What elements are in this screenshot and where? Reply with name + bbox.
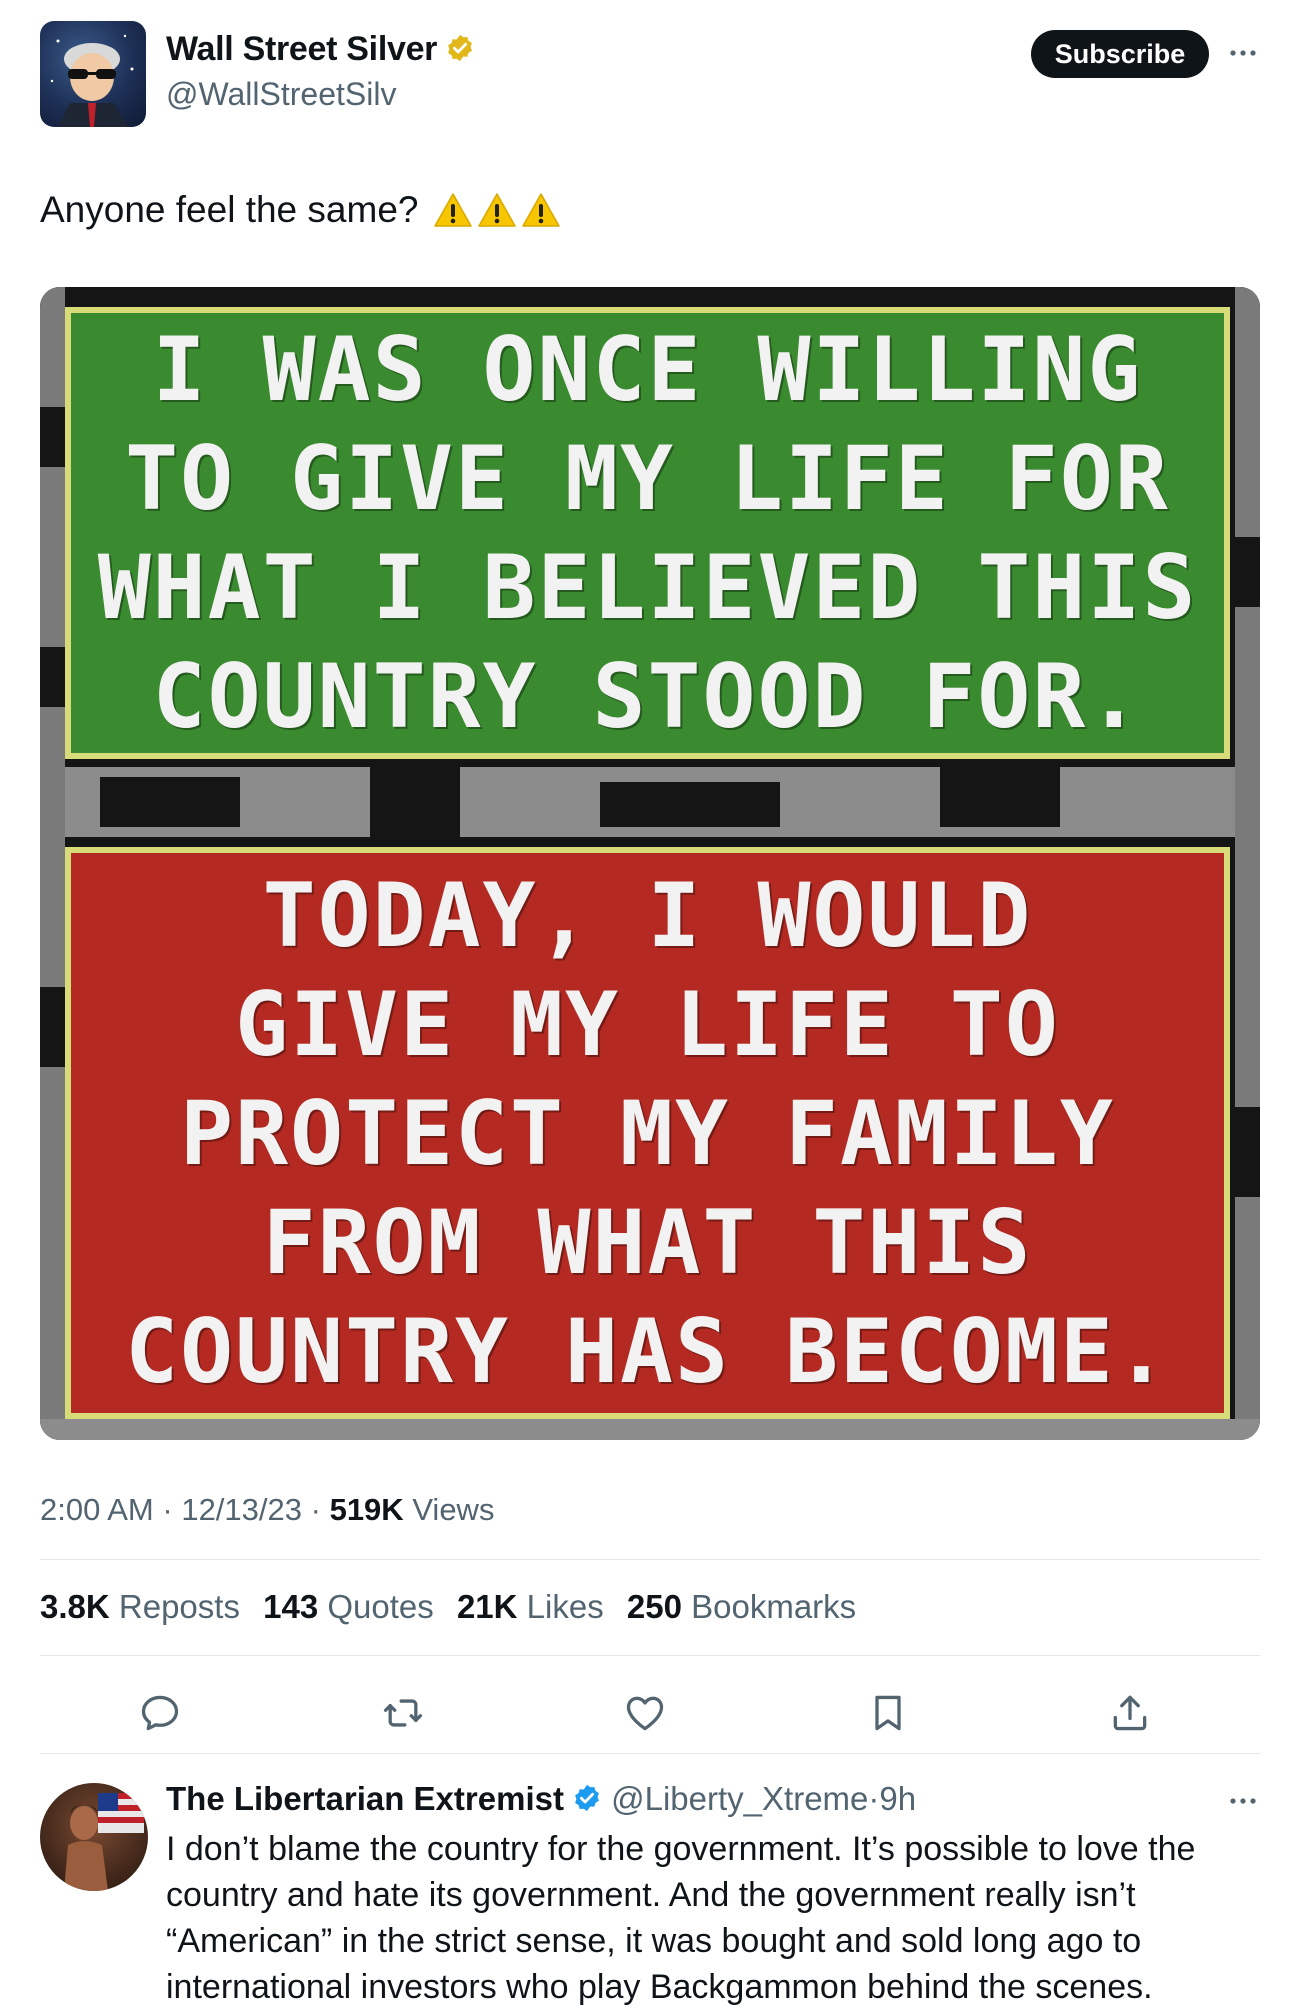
share-icon[interactable]	[1100, 1683, 1160, 1743]
warning-emoji-icon	[433, 192, 473, 237]
more-options-icon[interactable]	[1226, 36, 1260, 70]
reply-text: I don’t blame the country for the govern…	[166, 1830, 1196, 2006]
reply-avatar-graphic	[64, 1793, 144, 1891]
divider	[40, 1559, 1260, 1560]
red-sign-line: TODAY, I WOULD	[262, 863, 1033, 967]
bookmarks-count: 250	[626, 1588, 682, 1625]
reposts-count: 3.8K	[40, 1588, 110, 1625]
red-sign: TODAY, I WOULD GIVE MY LIFE TO PROTECT M…	[65, 847, 1230, 1419]
author-handle[interactable]: @WallStreetSilv	[166, 76, 396, 113]
like-icon[interactable]	[615, 1683, 675, 1743]
reply-author-avatar[interactable]	[40, 1783, 148, 1891]
red-sign-line: FROM WHAT THIS	[262, 1190, 1033, 1294]
reply-author-name[interactable]: The Libertarian Extremist	[166, 1780, 564, 1817]
reply-separator: ·	[868, 1780, 880, 1817]
quotes-count: 143	[263, 1588, 319, 1625]
reply-time[interactable]: 9h	[879, 1780, 916, 1817]
reply-header: The Libertarian Extremist @Liberty_Xtrem…	[166, 1780, 916, 1821]
reposts-stat[interactable]: 3.8K Reposts	[40, 1588, 240, 1625]
reposts-label: Reposts	[118, 1588, 240, 1625]
warning-emoji-icon	[477, 192, 517, 237]
views-label: Views	[412, 1492, 495, 1527]
divider	[40, 1753, 1260, 1754]
red-sign-line: COUNTRY HAS BECOME.	[125, 1299, 1170, 1403]
quotes-stat[interactable]: 143 Quotes	[263, 1588, 434, 1625]
green-sign-line: COUNTRY STOOD FOR.	[152, 645, 1143, 748]
green-sign-line: TO GIVE MY LIFE FOR	[125, 427, 1170, 530]
tweet-text-content: Anyone feel the same?	[40, 189, 419, 230]
post-meta: 2:00 AM · 12/13/23 · 519K Views	[40, 1492, 494, 1528]
tweet-text: Anyone feel the same?	[40, 189, 561, 237]
likes-label: Likes	[526, 1588, 604, 1625]
post-date[interactable]: 12/13/23	[181, 1492, 302, 1527]
green-sign-line: WHAT I BELIEVED THIS	[97, 536, 1198, 639]
post-image[interactable]: I WAS ONCE WILLING TO GIVE MY LIFE FOR W…	[40, 287, 1260, 1440]
bookmark-icon[interactable]	[858, 1683, 918, 1743]
quotes-label: Quotes	[327, 1588, 434, 1625]
red-sign-line: PROTECT MY FAMILY	[180, 1081, 1115, 1185]
bookmarks-label: Bookmarks	[691, 1588, 857, 1625]
green-sign: I WAS ONCE WILLING TO GIVE MY LIFE FOR W…	[65, 307, 1230, 759]
engagement-stats: 3.8K Reposts 143 Quotes 21K Likes 250 Bo…	[40, 1588, 870, 1626]
author-avatar[interactable]	[40, 21, 146, 127]
bookmarks-stat[interactable]: 250 Bookmarks	[627, 1588, 856, 1625]
verified-blue-icon	[572, 1783, 602, 1821]
likes-stat[interactable]: 21K Likes	[457, 1588, 604, 1625]
reply-icon[interactable]	[130, 1683, 190, 1743]
verified-gold-icon	[445, 33, 475, 72]
author-name-text[interactable]: Wall Street Silver	[166, 30, 437, 68]
repost-icon[interactable]	[373, 1683, 433, 1743]
warning-emoji-icon	[521, 192, 561, 237]
meta-separator: ·	[162, 1492, 173, 1527]
likes-count: 21K	[456, 1588, 518, 1625]
author-name[interactable]: Wall Street Silver	[166, 30, 475, 72]
post-time[interactable]: 2:00 AM	[40, 1492, 154, 1527]
red-sign-line: GIVE MY LIFE TO	[235, 972, 1060, 1076]
views-count: 519K	[329, 1492, 404, 1527]
reply-author-handle[interactable]: @Liberty_Xtreme	[611, 1780, 868, 1817]
green-sign-line: I WAS ONCE WILLING	[152, 318, 1143, 421]
avatar-graphic	[50, 34, 134, 127]
meta-separator: ·	[310, 1492, 321, 1527]
reply-more-options-icon[interactable]	[1226, 1784, 1260, 1818]
divider	[40, 1655, 1260, 1656]
subscribe-button[interactable]: Subscribe	[1031, 30, 1209, 78]
